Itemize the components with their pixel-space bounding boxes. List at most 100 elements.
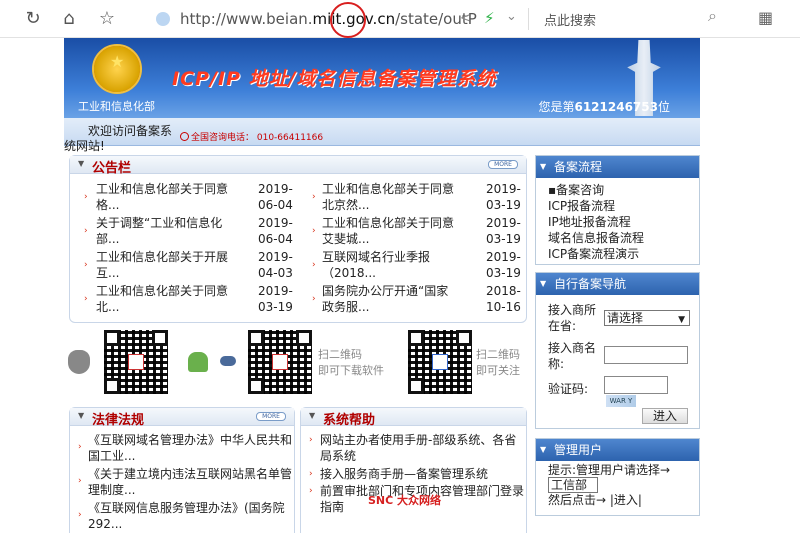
date-line-1: 2019-: [258, 250, 293, 264]
follow-qr-hint: 扫二维码 即可关注: [476, 348, 520, 377]
date-line-2: 10-16: [486, 300, 521, 314]
announcement-date: 2019- 06-04: [258, 181, 293, 213]
flow-link[interactable]: ICP备案流程演示: [548, 246, 699, 262]
flow-header: ▼ 备案流程: [536, 156, 699, 178]
captcha-input[interactable]: [604, 376, 668, 394]
link-line-1: 互联网域名行业季报: [322, 250, 431, 264]
star-icon[interactable]: ☆: [96, 8, 118, 30]
apps-grid-icon[interactable]: ▦: [758, 8, 773, 27]
bullet-icon: ›: [312, 294, 316, 304]
refresh-icon[interactable]: ↻: [22, 8, 44, 30]
date-line-2: 03-19: [486, 198, 521, 212]
announcement-date: 2019- 03-19: [486, 181, 521, 213]
announcement-more-button[interactable]: MORE: [488, 160, 518, 169]
link-line-2: 艾斐城...: [322, 232, 370, 246]
link-line-1: 工业和信息化部关于同意: [96, 182, 229, 196]
nav-header: ▼ 自行备案导航: [536, 273, 699, 295]
cloud-download-icon[interactable]: [220, 356, 236, 366]
law-link[interactable]: 《互联网信息服务管理办法》(国务院 292...: [88, 500, 294, 532]
date-line-1: 2019-: [486, 250, 521, 264]
announcement-link[interactable]: 工业和信息化部关于同意 艾斐城...: [322, 215, 472, 247]
link-line-1: 工业和信息化部关于同意: [96, 284, 229, 298]
announcement-link[interactable]: 工业和信息化部关于同意 北...: [96, 283, 246, 315]
admin-enter-link[interactable]: |进入|: [610, 493, 642, 507]
provider-name-input[interactable]: [604, 346, 688, 364]
admin-select[interactable]: 工信部: [548, 477, 598, 493]
android-qr-code: [248, 330, 312, 394]
flow-panel: ▼ 备案流程 ▪备案咨询 ICP报备流程 IP地址报备流程 域名信息报备流程 ICP备案流…: [535, 155, 700, 265]
law-title: 法律法规: [92, 413, 145, 428]
share-icon[interactable]: <: [460, 11, 471, 26]
link-line-2: 理制度...: [88, 483, 136, 497]
bullet-icon: ›: [312, 192, 316, 202]
province-select[interactable]: 请选择 ▼: [604, 310, 690, 326]
announcement-date: 2018- 10-16: [486, 283, 521, 315]
home-icon[interactable]: ⌂: [58, 8, 80, 30]
link-line-2: 国工业...: [88, 449, 136, 463]
flow-link[interactable]: ICP报备流程: [548, 198, 699, 214]
law-link[interactable]: 《关于建立境内违法互联网站黑名单管 理制度...: [88, 466, 294, 498]
province-label: 接入商所 在省:: [548, 303, 597, 333]
law-link[interactable]: 《互联网域名管理办法》中华人民共和 国工业...: [88, 432, 294, 464]
date-line-2: 03-19: [486, 266, 521, 280]
captcha-image[interactable]: WAR Y: [606, 395, 636, 407]
admin-hint: 提示:管理用户请选择→: [548, 463, 671, 477]
search-icon[interactable]: ⌕: [708, 6, 717, 26]
phone-icon: [180, 132, 189, 141]
link-line-1: 国务院办公厅开通“国家: [322, 284, 449, 298]
date-line-2: 06-04: [258, 232, 293, 246]
announcement-date: 2019- 03-19: [486, 215, 521, 247]
admin-header: ▼ 管理用户: [536, 439, 699, 461]
announcement-link[interactable]: 国务院办公厅开通“国家 政务服...: [322, 283, 472, 315]
bullet-icon: ›: [312, 226, 316, 236]
triangle-down-icon: ▼: [309, 411, 316, 420]
dropdown-arrow-icon: ▼: [678, 315, 685, 325]
site-globe-icon: [156, 12, 170, 26]
flow-link[interactable]: 域名信息报备流程: [548, 230, 699, 246]
link-line-1: 网站主办者使用手册-部级系统、各省: [320, 433, 517, 447]
announcement-link[interactable]: 关于调整“工业和信息化 部...: [96, 215, 246, 247]
help-link[interactable]: 接入服务商手册—备案管理系统: [320, 466, 526, 482]
chevron-down-icon[interactable]: ⌄: [506, 9, 517, 24]
date-line-1: 2019-: [258, 182, 293, 196]
link-line-2: 部...: [96, 232, 120, 246]
flow-link[interactable]: ▪备案咨询: [548, 182, 699, 198]
triangle-down-icon: ▼: [540, 445, 547, 454]
law-more-button[interactable]: MORE: [256, 412, 286, 421]
bullet-icon: ›: [84, 260, 88, 270]
link-line-2: 北京然...: [322, 198, 370, 212]
browser-toolbar: ↻ ⌂ ☆ http://www.beian.miit.gov.cn/state…: [0, 0, 800, 38]
link-line-2: 互...: [96, 266, 120, 280]
announcement-link[interactable]: 互联网域名行业季报 （2018...: [322, 249, 472, 281]
bullet-icon: ›: [312, 260, 316, 270]
date-line-1: 2019-: [486, 182, 521, 196]
bullet-icon: ›: [84, 226, 88, 236]
link-line-2: 局系统: [320, 449, 357, 463]
triangle-down-icon: ▼: [78, 159, 85, 168]
announcement-link[interactable]: 工业和信息化部关于开展 互...: [96, 249, 246, 281]
bullet-icon: ›: [309, 469, 313, 479]
bullet-icon: ›: [309, 486, 313, 496]
link-line-1: 工业和信息化部关于同意: [322, 216, 455, 230]
date-line-1: 2018-: [486, 284, 521, 298]
bullet-icon: ›: [84, 294, 88, 304]
link-line-2: （2018...: [322, 266, 376, 280]
link-line-1: 关于调整“工业和信息化: [96, 216, 223, 230]
captcha-label: 验证码:: [548, 382, 589, 396]
announcement-link[interactable]: 工业和信息化部关于同意 北京然...: [322, 181, 472, 213]
date-line-2: 03-19: [486, 232, 521, 246]
apple-icon[interactable]: [68, 350, 90, 374]
android-icon[interactable]: [188, 352, 208, 372]
hotline: 全国咨询电话： 010-66411166: [180, 130, 323, 143]
emblem-star-icon: ★: [110, 52, 125, 71]
toolbar-divider: [528, 8, 529, 30]
lightning-icon[interactable]: ⚡: [484, 9, 495, 27]
link-line-1: 《互联网域名管理办法》中华人民共和: [88, 433, 293, 447]
announcement-title: 公告栏: [92, 161, 132, 176]
enter-button[interactable]: 进入: [642, 408, 688, 424]
flow-link[interactable]: IP地址报备流程: [548, 214, 699, 230]
help-link[interactable]: 网站主办者使用手册-部级系统、各省 局系统: [320, 432, 526, 464]
announcement-link[interactable]: 工业和信息化部关于同意 格...: [96, 181, 246, 213]
link-line-2: 北...: [96, 300, 120, 314]
search-input[interactable]: 点此搜索: [544, 10, 596, 29]
